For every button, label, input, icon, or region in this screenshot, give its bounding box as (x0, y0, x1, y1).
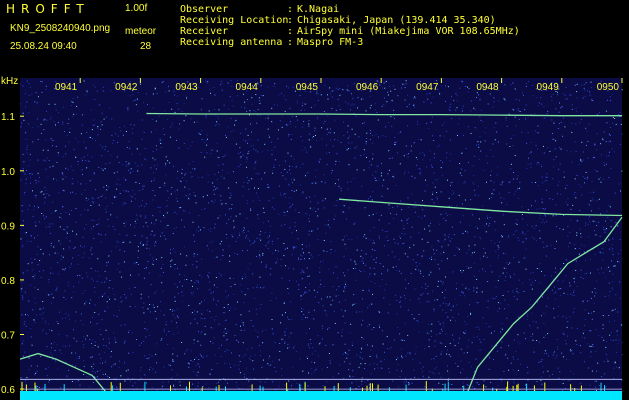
noise-spike (189, 381, 190, 391)
x-tick-label: 0944 (236, 82, 259, 93)
noise-spike (405, 384, 407, 391)
noise-spike (604, 385, 605, 391)
noise-spike (444, 383, 446, 391)
noise-spike (259, 385, 261, 391)
y-axis-label: kHz (1, 76, 18, 87)
x-tick-label: 0941 (55, 82, 78, 93)
y-tick-label: 0.9 (1, 221, 15, 232)
x-tick-label: 0948 (476, 82, 499, 93)
x-tick-label: 0945 (296, 82, 319, 93)
noise-spike (526, 383, 528, 391)
spectrogram-chart: 0941 0942 0943 0944 0945 0946 0947 0948 0949 0950… (1, 76, 623, 400)
y-tick-label: 1.1 (1, 112, 15, 123)
x-tick-label: 0943 (175, 82, 198, 93)
noise-spike (251, 384, 253, 391)
noise-spike (337, 383, 339, 391)
noise-spike (517, 383, 519, 391)
noise-spike (425, 381, 427, 391)
noise-spike (286, 382, 288, 391)
x-tick-label: 0950 (597, 82, 620, 93)
noise-spike (119, 382, 121, 391)
noise-spike (533, 385, 535, 391)
noise-spike (570, 384, 572, 391)
noise-spike (366, 385, 368, 391)
noise-spike (544, 382, 546, 391)
plot-area (20, 78, 622, 400)
x-tick-label: 0942 (115, 82, 138, 93)
noise-spike (333, 385, 335, 391)
x-tick-label: 0947 (416, 82, 439, 93)
noise-spike (372, 383, 373, 391)
noise-spike (600, 382, 602, 391)
noise-spike (377, 384, 379, 391)
noise-spike (463, 385, 465, 391)
noise-spike (324, 386, 326, 391)
noise-spike (304, 382, 306, 391)
noise-spike (512, 385, 514, 391)
noise-spike (369, 383, 371, 391)
noise-spike (447, 381, 449, 391)
noise-spike (110, 382, 112, 391)
noise-spike (144, 381, 146, 391)
y-tick-label: 0.7 (1, 331, 15, 342)
noise-spike (44, 383, 46, 391)
noise-spike (170, 385, 171, 391)
noise-spike (218, 385, 220, 391)
noise-spike (516, 384, 518, 391)
y-tick-label: 0.6 (1, 385, 15, 396)
noise-spike (35, 385, 37, 391)
x-tick-label: 0949 (537, 82, 560, 93)
y-tick-label: 0.8 (1, 276, 15, 287)
noise-spike (112, 385, 114, 391)
noise-spike (483, 384, 485, 391)
x-tick-label: 0946 (356, 82, 379, 93)
y-tick-label: 1.0 (1, 167, 15, 178)
noise-spike (25, 384, 27, 391)
noise-spike (34, 382, 36, 391)
noise-spike (580, 385, 582, 391)
noise-spike (63, 384, 65, 391)
noise-spike (21, 381, 23, 391)
baseline-band (20, 391, 622, 400)
